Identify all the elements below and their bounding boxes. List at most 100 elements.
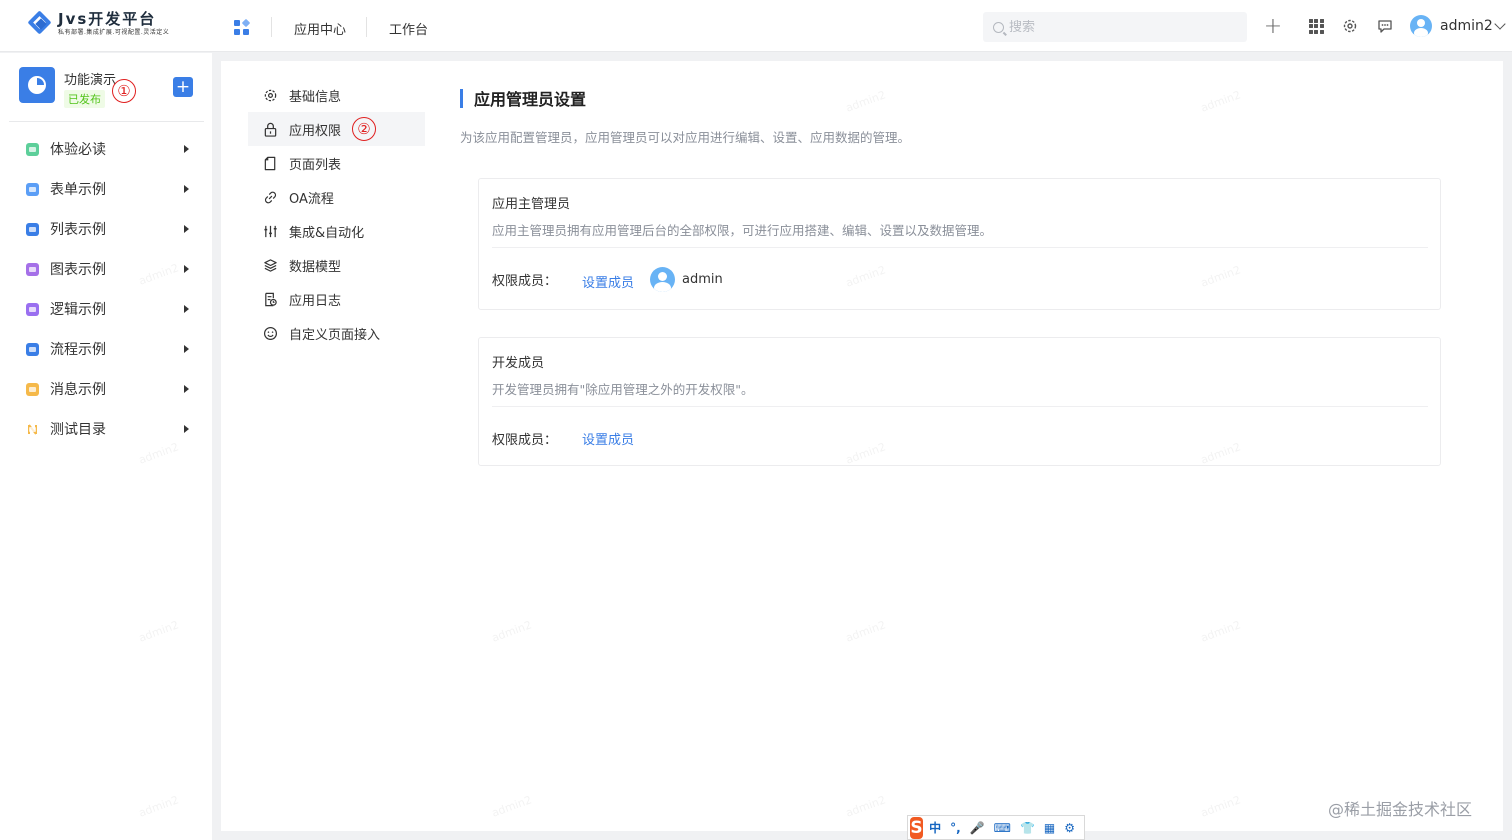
- sidebar-item-list[interactable]: 列表示例: [0, 209, 212, 249]
- submenu-integration[interactable]: 集成&自动化: [248, 214, 425, 248]
- app-pie-icon: [19, 67, 55, 103]
- submenu-label: 应用日志: [289, 293, 342, 309]
- caret-right-icon: [184, 385, 189, 393]
- card-title: 开发成员: [492, 356, 545, 371]
- caret-right-icon: [184, 145, 189, 153]
- layers-icon: [263, 258, 278, 273]
- logo-title: Jvs开发平台: [58, 10, 157, 28]
- dev-members-card: 开发成员 开发管理员拥有"除应用管理之外的开发权限"。 权限成员： 设置成员: [478, 337, 1441, 466]
- set-members-link[interactable]: 设置成员: [582, 429, 634, 448]
- submenu-label: OA流程: [289, 191, 334, 207]
- submenu-label: 自定义页面接入: [289, 327, 381, 343]
- sidebar: 功能演示 已发布 ① + 体验必读 表单示例 列表示例 图表示例 逻辑示例 流程…: [0, 53, 212, 840]
- submenu-app-permission[interactable]: 应用权限 ②: [248, 112, 425, 146]
- caret-right-icon: [184, 265, 189, 273]
- page-title: 应用管理员设置: [460, 88, 587, 109]
- nav-app-center[interactable]: 应用中心: [294, 19, 346, 38]
- sidebar-item-label: 逻辑示例: [50, 302, 106, 318]
- flow-icon: [26, 342, 39, 356]
- user-menu[interactable]: admin2: [1410, 15, 1506, 37]
- main-admin-card: 应用主管理员 应用主管理员拥有应用管理后台的全部权限，可进行应用搭建、编辑、设置…: [478, 178, 1441, 310]
- add-button[interactable]: +: [173, 77, 193, 97]
- sidebar-item-label: 图表示例: [50, 262, 106, 278]
- chevron-down-icon: [1494, 18, 1506, 30]
- caret-right-icon: [184, 185, 189, 193]
- ime-toolbar[interactable]: S 中 °, 🎤 ⌨ 👕 ▦ ⚙: [907, 815, 1085, 840]
- divider: [492, 247, 1428, 248]
- caret-right-icon: [184, 345, 189, 353]
- folder-icon: [26, 182, 39, 196]
- logo-subtitle: 私有部署.集成扩展.可视配置.灵活定义: [58, 29, 170, 36]
- sidebar-item-experience[interactable]: 体验必读: [0, 129, 212, 169]
- sidebar-item-label: 体验必读: [50, 142, 106, 158]
- sliders-icon: [263, 224, 278, 239]
- search-icon: [993, 21, 1004, 33]
- sidebar-item-test[interactable]: 测试目录: [0, 409, 212, 449]
- card-title: 应用主管理员: [492, 197, 571, 212]
- skin-icon[interactable]: 👕: [1020, 821, 1035, 835]
- perm-members-label: 权限成员：: [492, 433, 558, 448]
- ime-punctuation[interactable]: °,: [950, 821, 961, 835]
- logic-icon: [26, 302, 39, 316]
- submenu-oa-flow[interactable]: OA流程: [248, 180, 425, 214]
- sidebar-item-chart[interactable]: 图表示例: [0, 249, 212, 289]
- submenu-page-list[interactable]: 页面列表: [248, 146, 425, 180]
- search-box[interactable]: [983, 12, 1247, 42]
- page-title-text: 应用管理员设置: [474, 90, 587, 109]
- settings-icon[interactable]: [1341, 17, 1359, 35]
- submenu-basic-info[interactable]: 基础信息: [248, 78, 425, 112]
- submenu-label: 页面列表: [289, 157, 342, 173]
- nav-workbench[interactable]: 工作台: [389, 19, 428, 38]
- caret-right-icon: [184, 305, 189, 313]
- lock-icon: [263, 122, 278, 137]
- toolbox-icon[interactable]: ▦: [1044, 821, 1055, 835]
- search-input[interactable]: [1009, 19, 1229, 35]
- doc-icon: [26, 142, 39, 156]
- log-icon: [263, 292, 278, 307]
- annotation-marker: ①: [112, 79, 136, 103]
- top-divider: [271, 17, 272, 37]
- submenu-app-log[interactable]: 应用日志: [248, 282, 425, 316]
- keyboard-icon[interactable]: ⌨: [994, 821, 1011, 835]
- submenu-label: 应用权限: [289, 123, 342, 139]
- card-description: 开发管理员拥有"除应用管理之外的开发权限"。: [492, 382, 754, 397]
- main-panel: 基础信息 应用权限 ② 页面列表 OA流程 集成&自动化 数据模型 应用日志 自…: [221, 61, 1503, 831]
- member-chip: admin: [650, 267, 723, 292]
- smile-icon: [263, 326, 278, 341]
- ime-settings-icon[interactable]: ⚙: [1064, 821, 1075, 835]
- gear-icon: [263, 88, 278, 103]
- app-header: 功能演示 已发布: [19, 67, 116, 108]
- ime-language[interactable]: 中: [929, 819, 941, 836]
- microphone-icon[interactable]: 🎤: [970, 821, 985, 835]
- plus-icon[interactable]: +: [1264, 14, 1282, 39]
- status-badge: 已发布: [64, 90, 105, 108]
- top-bar: Jvs开发平台 私有部署.集成扩展.可视配置.灵活定义 应用中心 工作台 + a…: [0, 0, 1512, 52]
- sidebar-item-message[interactable]: 消息示例: [0, 369, 212, 409]
- ime-logo[interactable]: S: [910, 816, 924, 839]
- sidebar-item-flow[interactable]: 流程示例: [0, 329, 212, 369]
- grid-icon[interactable]: [1307, 17, 1325, 35]
- chart-icon: [26, 262, 39, 276]
- sidebar-item-logic[interactable]: 逻辑示例: [0, 289, 212, 329]
- logo-mark-icon: [27, 10, 54, 37]
- title-accent-bar: [460, 88, 463, 108]
- page-icon: [263, 156, 278, 171]
- user-name: admin2: [1440, 18, 1493, 34]
- list-icon: [26, 222, 39, 236]
- sidebar-item-form[interactable]: 表单示例: [0, 169, 212, 209]
- apps-icon[interactable]: [234, 18, 251, 36]
- set-members-link[interactable]: 设置成员: [582, 272, 634, 291]
- divider: [9, 121, 204, 122]
- message-icon[interactable]: [1376, 17, 1394, 35]
- member-name: admin: [682, 272, 723, 287]
- submenu-custom-page[interactable]: 自定义页面接入: [248, 316, 425, 350]
- message-icon: [26, 382, 39, 396]
- link-icon: [263, 190, 278, 205]
- top-divider: [366, 17, 367, 37]
- sidebar-item-label: 表单示例: [50, 182, 106, 198]
- submenu-data-model[interactable]: 数据模型: [248, 248, 425, 282]
- sidebar-item-label: 消息示例: [50, 382, 106, 398]
- caret-right-icon: [184, 425, 189, 433]
- logo[interactable]: Jvs开发平台 私有部署.集成扩展.可视配置.灵活定义: [27, 10, 170, 37]
- divider: [492, 406, 1428, 407]
